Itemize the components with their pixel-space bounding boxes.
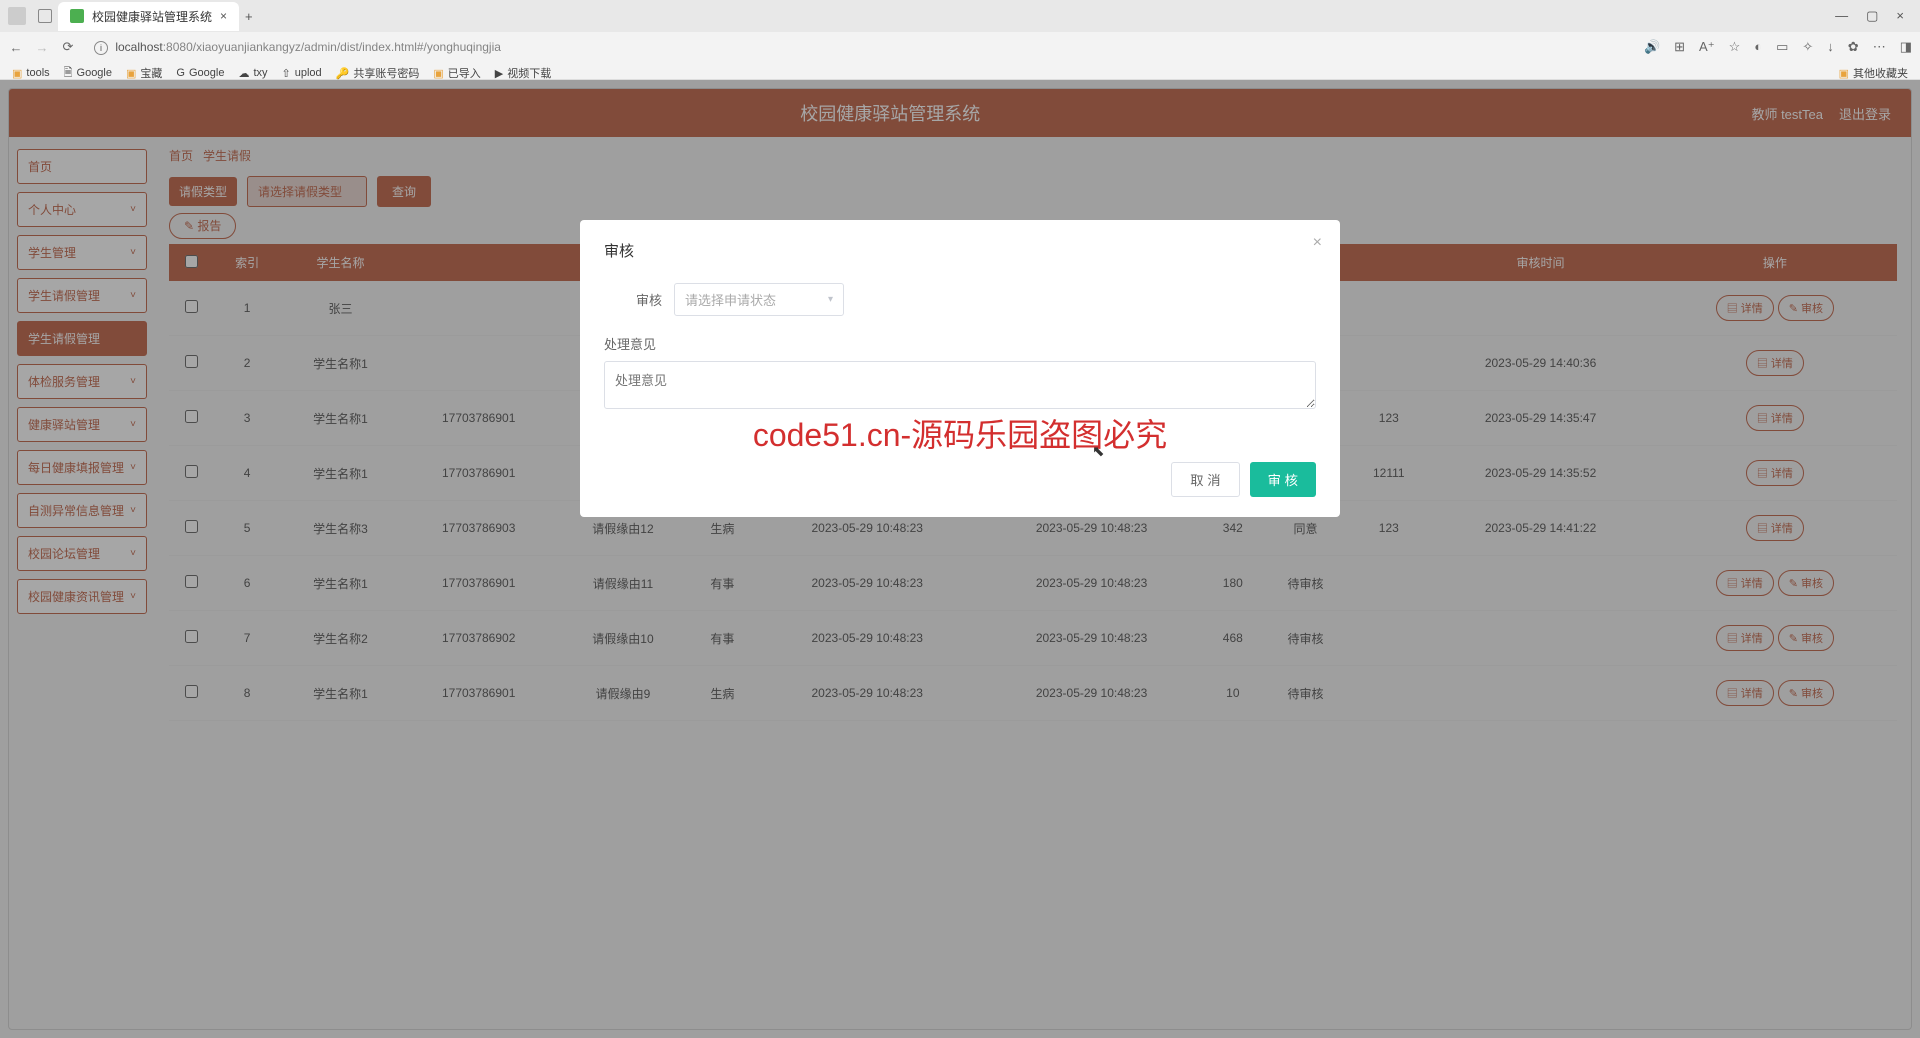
site-info-icon[interactable]: i	[94, 41, 108, 55]
url-host: localhost	[115, 40, 162, 54]
bookmark-item[interactable]: ▶视频下载	[495, 65, 551, 81]
bookmark-item[interactable]: 🔑共享账号密码	[336, 65, 420, 81]
tabs-icon[interactable]	[38, 9, 52, 23]
favorites-icon[interactable]: ✧	[1802, 39, 1813, 55]
browser-chrome: 校园健康驿站管理系统 × + — ▢ × ← → ⟳ i localhost:8…	[0, 0, 1920, 80]
chevron-down-icon: ▾	[828, 294, 833, 305]
close-window-icon[interactable]: ×	[1896, 8, 1904, 24]
form-row-audit: 审核 请选择申请状态 ▾	[604, 283, 1316, 316]
opinion-textarea[interactable]	[604, 361, 1316, 409]
extension-icon[interactable]: ✿	[1848, 39, 1859, 55]
cursor-icon: ⬉	[1092, 442, 1105, 460]
close-tab-icon[interactable]: ×	[220, 9, 227, 23]
audit-label: 审核	[604, 290, 674, 309]
window-controls-right: — ▢ ×	[1835, 8, 1912, 24]
modal-title: 审核	[604, 240, 1316, 261]
modal-footer: 取 消 审 核	[604, 462, 1316, 497]
bookmark-item[interactable]: GGoogle	[176, 67, 224, 79]
status-select[interactable]: 请选择申请状态 ▾	[674, 283, 844, 316]
address-bar-actions: 🔊 ⊞ A⁺ ☆ ◐ ▭ ✧ ↓ ✿ ⋯ ◨	[1644, 39, 1912, 55]
cloud-icon: ☁	[238, 67, 249, 80]
collections-icon[interactable]: ▭	[1776, 39, 1788, 55]
modal-overlay[interactable]: 审核 × 审核 请选择申请状态 ▾ 处理意见 取 消 审 核 ⬉	[0, 80, 1920, 1038]
browser-tab[interactable]: 校园健康驿站管理系统 ×	[58, 2, 239, 31]
upload-icon: ⇧	[282, 67, 291, 80]
opinion-label: 处理意见	[604, 334, 1316, 353]
bookmark-item[interactable]: ▣tools	[12, 67, 50, 80]
other-bookmarks[interactable]: ▣其他收藏夹	[1839, 65, 1908, 81]
bookmark-item[interactable]: ▣宝藏	[126, 65, 162, 81]
tab-title: 校园健康驿站管理系统	[92, 8, 212, 25]
star-icon[interactable]: ☆	[1729, 39, 1741, 55]
audit-modal: 审核 × 审核 请选择申请状态 ▾ 处理意见 取 消 审 核 ⬉	[580, 220, 1340, 517]
profile-avatar[interactable]	[8, 7, 26, 25]
url-path: :8080/xiaoyuanjiankangyz/admin/dist/inde…	[163, 40, 501, 54]
puzzle-icon[interactable]: ⊞	[1674, 39, 1685, 55]
window-controls-left	[8, 7, 52, 25]
cancel-button[interactable]: 取 消	[1171, 462, 1239, 497]
google-icon: G	[176, 67, 185, 79]
folder-icon: ▣	[126, 67, 136, 80]
new-tab-button[interactable]: +	[245, 9, 253, 24]
tab-bar: 校园健康驿站管理系统 × + — ▢ ×	[0, 0, 1920, 32]
bookmark-item[interactable]: ▣已导入	[433, 65, 480, 81]
url-field[interactable]: i localhost:8080/xiaoyuanjiankangyz/admi…	[86, 36, 1634, 59]
refresh-icon[interactable]: ⟳	[60, 39, 76, 55]
menu-icon[interactable]: ⋯	[1873, 39, 1886, 55]
folder-icon: ▣	[1839, 67, 1849, 80]
favicon	[70, 9, 84, 23]
bookmark-item[interactable]: ⇧uplod	[282, 67, 322, 80]
form-row-opinion: 处理意见	[604, 334, 1316, 412]
speaker-icon[interactable]: 🔊	[1644, 39, 1660, 55]
address-bar: ← → ⟳ i localhost:8080/xiaoyuanjiankangy…	[0, 32, 1920, 62]
bookmark-item[interactable]: ☁txy	[238, 67, 267, 80]
video-icon: ▶	[495, 67, 503, 80]
sidebar-toggle-icon[interactable]: ◨	[1900, 39, 1912, 55]
maximize-icon[interactable]: ▢	[1866, 8, 1878, 24]
confirm-button[interactable]: 审 核	[1250, 462, 1316, 497]
back-icon[interactable]: ←	[8, 40, 24, 55]
forward-icon: →	[34, 40, 50, 55]
key-icon: 🔑	[336, 67, 350, 80]
select-placeholder: 请选择申请状态	[685, 290, 776, 309]
minimize-icon[interactable]: —	[1835, 8, 1848, 24]
refresh2-icon[interactable]: ◐	[1754, 39, 1762, 55]
download-icon[interactable]: ↓	[1827, 39, 1834, 55]
text-icon[interactable]: A⁺	[1699, 39, 1715, 55]
close-icon[interactable]: ×	[1313, 234, 1322, 252]
folder-icon: ▣	[12, 67, 22, 80]
folder-icon: ▣	[433, 67, 443, 80]
